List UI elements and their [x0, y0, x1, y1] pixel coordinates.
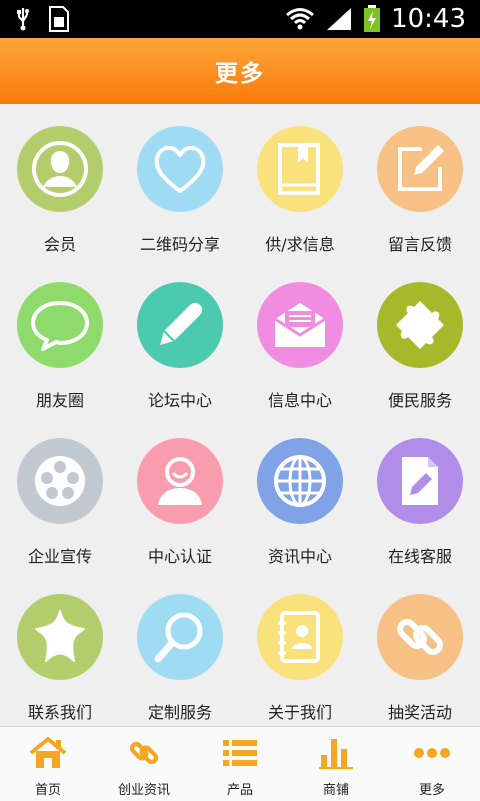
- supply-demand-circle: [257, 126, 343, 212]
- tile-contact-us[interactable]: 联系我们: [0, 572, 120, 728]
- tile-promotion[interactable]: 企业宣传: [0, 416, 120, 572]
- tab-label: 更多: [418, 783, 445, 798]
- tab-home[interactable]: 首页: [0, 727, 96, 801]
- tile-label: 论坛中心: [147, 391, 212, 410]
- tab-startup-news[interactable]: 创业资讯: [96, 727, 192, 801]
- qr-share-circle: [137, 126, 223, 212]
- tile-supply-demand[interactable]: 供/求信息: [240, 104, 360, 260]
- lottery-circle: [377, 594, 463, 680]
- tile-label: 关于我们: [267, 703, 332, 722]
- tile-label: 会员: [43, 235, 76, 254]
- link-icon: [397, 619, 443, 655]
- wifi-icon: [286, 8, 315, 30]
- tile-label: 信息中心: [267, 391, 332, 410]
- chat-bubble-icon: [31, 301, 89, 351]
- tile-label: 便民服务: [387, 391, 452, 410]
- tile-convenience[interactable]: 便民服务: [360, 260, 480, 416]
- feature-grid: 会员 二维码分享 供/求信息 留言反馈 朋友圈 论坛中心 信息中心 便民服务 企…: [0, 104, 480, 726]
- convenience-circle: [377, 282, 463, 368]
- about-us-circle: [257, 594, 343, 680]
- puzzle-icon: [396, 301, 444, 349]
- link-icon: [129, 741, 159, 765]
- globe-icon: [274, 455, 326, 507]
- tile-lottery[interactable]: 抽奖活动: [360, 572, 480, 728]
- tab-shops[interactable]: 商铺: [288, 727, 384, 801]
- certification-circle: [137, 438, 223, 524]
- contacts-book-icon: [278, 611, 320, 663]
- tab-label: 创业资讯: [117, 783, 170, 798]
- film-reel-icon: [35, 456, 85, 506]
- status-bar: 10:43: [0, 0, 480, 38]
- forum-circle: [137, 282, 223, 368]
- tile-label: 资讯中心: [267, 547, 332, 566]
- signal-icon: [327, 8, 352, 30]
- tile-qr-share[interactable]: 二维码分享: [120, 104, 240, 260]
- tile-message-center[interactable]: 信息中心: [240, 260, 360, 416]
- member-icon: [32, 141, 88, 197]
- heart-icon: [154, 145, 206, 193]
- tile-label: 朋友圈: [35, 391, 84, 410]
- home-icon: [29, 737, 67, 768]
- tile-label: 联系我们: [27, 703, 92, 722]
- tile-label: 在线客服: [387, 547, 452, 566]
- page-header: 更多: [0, 38, 480, 104]
- tile-label: 企业宣传: [27, 547, 92, 566]
- usb-icon: [17, 8, 29, 31]
- tab-products[interactable]: 产品: [192, 727, 288, 801]
- tab-more[interactable]: 更多: [384, 727, 480, 801]
- bottom-tab-bar: 首页 创业资讯 产品 商铺 更多: [0, 726, 480, 801]
- tile-label: 供/求信息: [265, 235, 335, 254]
- clock-time: 10:43: [391, 4, 466, 34]
- list-icon: [223, 740, 257, 766]
- tile-label: 抽奖活动: [387, 703, 452, 722]
- tile-friends[interactable]: 朋友圈: [0, 260, 120, 416]
- contact-us-circle: [17, 594, 103, 680]
- tile-feedback[interactable]: 留言反馈: [360, 104, 480, 260]
- battery-icon: [364, 5, 381, 32]
- magnifier-icon: [154, 612, 203, 663]
- star-icon: [35, 610, 85, 662]
- sim-card-icon: [49, 6, 69, 32]
- friends-circle: [17, 282, 103, 368]
- custom-service-circle: [137, 594, 223, 680]
- bar-chart-icon: [319, 739, 353, 769]
- feedback-circle: [377, 126, 463, 212]
- news-center-circle: [257, 438, 343, 524]
- tile-customer-service[interactable]: 在线客服: [360, 416, 480, 572]
- book-icon: [278, 143, 320, 195]
- tile-about-us[interactable]: 关于我们: [240, 572, 360, 728]
- tile-custom-service[interactable]: 定制服务: [120, 572, 240, 728]
- promotion-circle: [17, 438, 103, 524]
- tab-label: 商铺: [322, 783, 349, 798]
- page-title: 更多: [215, 61, 265, 87]
- member-circle: [17, 126, 103, 212]
- envelope-icon: [274, 303, 326, 347]
- tile-label: 中心认证: [147, 547, 212, 566]
- tile-news-center[interactable]: 资讯中心: [240, 416, 360, 572]
- more-icon: [414, 748, 450, 758]
- tile-label: 留言反馈: [387, 235, 452, 254]
- tile-label: 定制服务: [147, 703, 212, 722]
- edit-note-icon: [398, 145, 444, 191]
- document-edit-icon: [402, 457, 438, 505]
- tile-forum[interactable]: 论坛中心: [120, 260, 240, 416]
- tile-certification[interactable]: 中心认证: [120, 416, 240, 572]
- tile-label: 二维码分享: [139, 235, 220, 254]
- tab-label: 产品: [226, 783, 253, 798]
- tile-member[interactable]: 会员: [0, 104, 120, 260]
- customer-service-circle: [377, 438, 463, 524]
- tab-label: 首页: [34, 783, 61, 798]
- user-icon: [158, 457, 202, 505]
- pencil-icon: [160, 302, 203, 345]
- message-center-circle: [257, 282, 343, 368]
